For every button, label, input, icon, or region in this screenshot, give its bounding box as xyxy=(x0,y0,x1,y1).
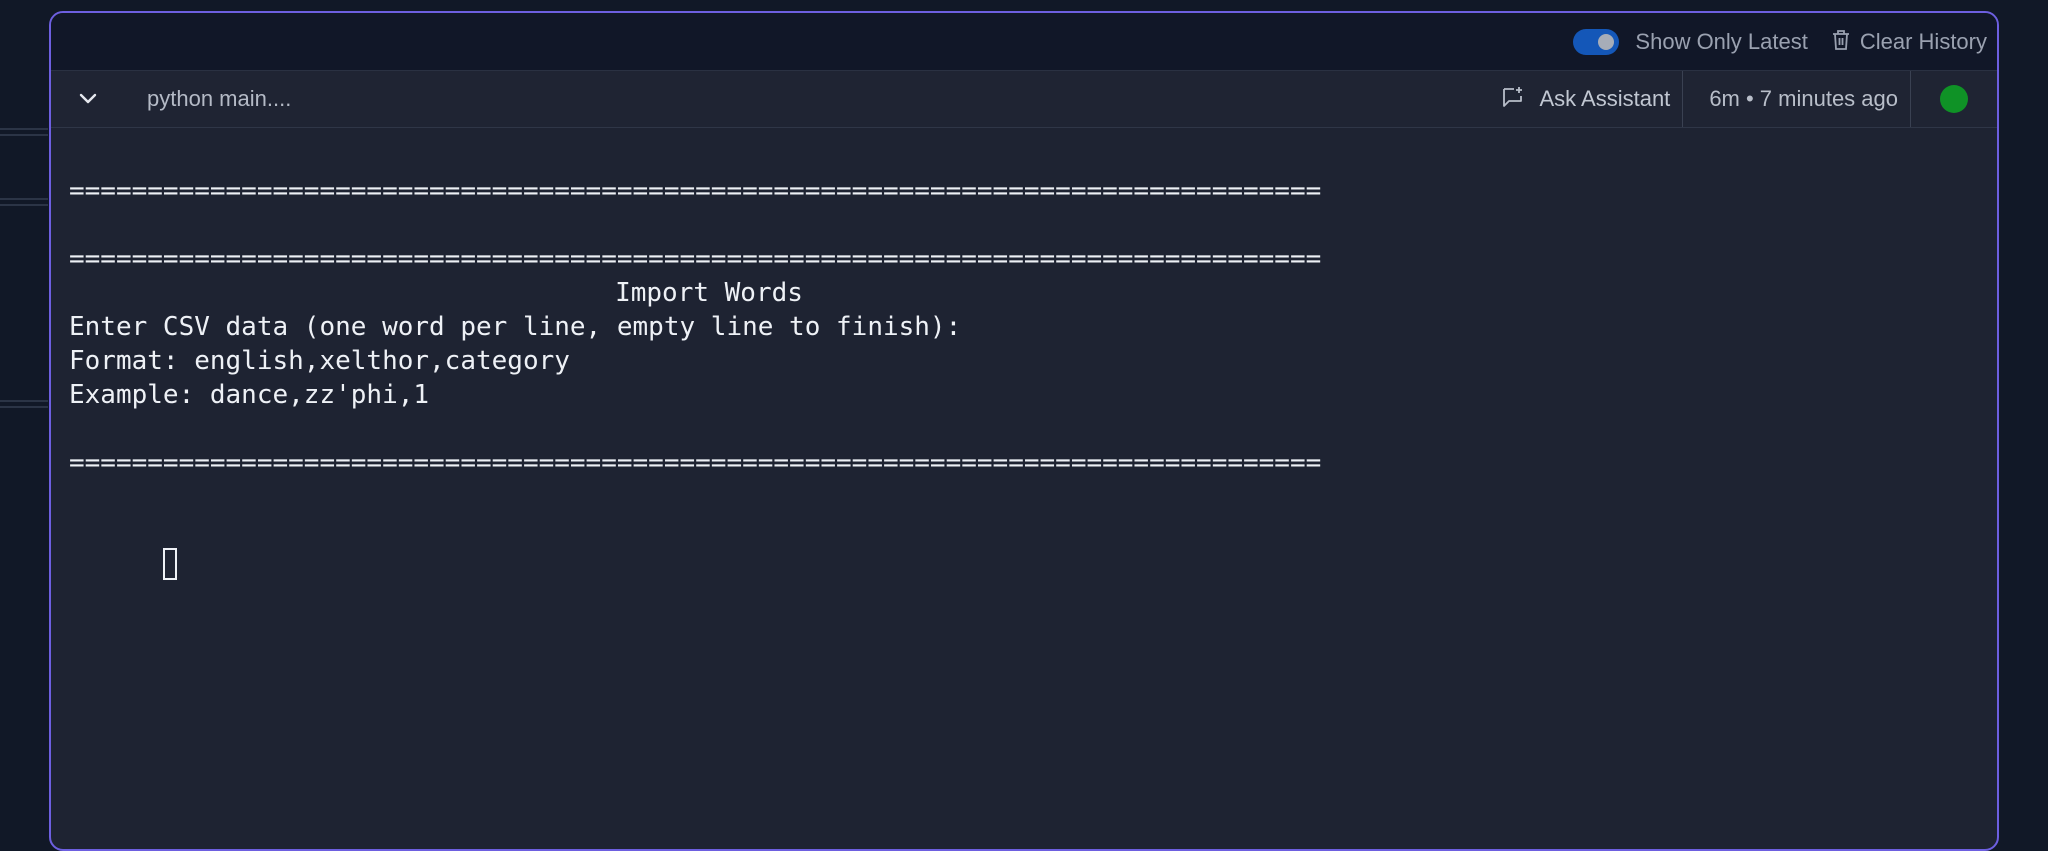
chevron-down-icon xyxy=(78,90,98,109)
clear-history-button[interactable]: Clear History xyxy=(1832,29,1987,55)
ask-assistant-button[interactable]: Ask Assistant xyxy=(1501,71,1684,127)
ask-assistant-label: Ask Assistant xyxy=(1539,86,1671,111)
clear-history-label: Clear History xyxy=(1859,28,1987,54)
prompt-line: Enter CSV data (one word per line, empty… xyxy=(69,312,962,342)
chat-sparkle-icon xyxy=(1501,85,1525,113)
background-editor-gutter xyxy=(0,0,50,828)
separator-line: ========================================… xyxy=(69,244,1322,274)
separator-line: ========================================… xyxy=(69,448,1322,478)
command-text: python main.... xyxy=(147,86,292,111)
show-only-latest-label: Show Only Latest xyxy=(1635,28,1808,54)
running-status-dot xyxy=(1940,85,1968,113)
separator-line: ========================================… xyxy=(69,176,1322,206)
collapse-button[interactable] xyxy=(63,90,113,109)
text-cursor[interactable] xyxy=(162,548,177,580)
trash-icon xyxy=(1832,29,1850,55)
show-only-latest-toggle[interactable] xyxy=(1573,28,1620,55)
format-line: Format: english,xelthor,category xyxy=(69,346,570,376)
status-indicator xyxy=(1911,71,1997,127)
command-header: python main.... Ask Assistant 6m • 7 min… xyxy=(51,71,1997,128)
panel-toolbar: Show Only Latest Clear History xyxy=(51,13,1997,71)
terminal-output: ========================================… xyxy=(51,128,1997,580)
toggle-knob xyxy=(1598,33,1615,50)
gutter-mark xyxy=(0,128,48,136)
example-line: Example: dance,zz'phi,1 xyxy=(69,380,430,410)
gutter-mark xyxy=(0,400,48,408)
title-line: Import Words xyxy=(69,208,1997,308)
show-only-latest-toggle-group[interactable]: Show Only Latest xyxy=(1573,28,1808,55)
input-line[interactable] xyxy=(69,514,1997,580)
run-duration-timestamp: 6m • 7 minutes ago xyxy=(1683,71,1911,127)
terminal-output-panel: Show Only Latest Clear History python ma… xyxy=(49,11,1999,851)
gutter-mark xyxy=(0,198,48,206)
